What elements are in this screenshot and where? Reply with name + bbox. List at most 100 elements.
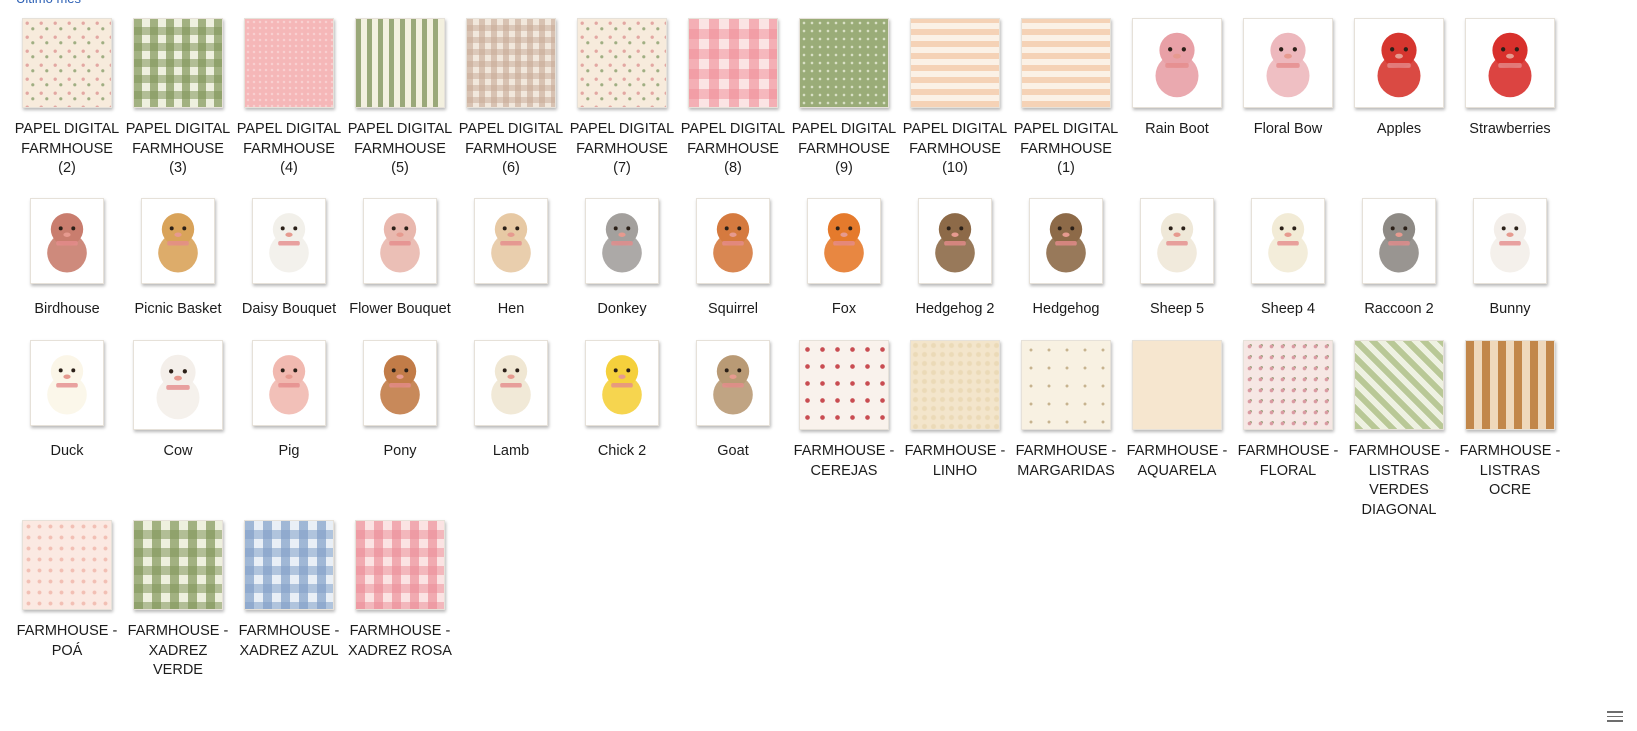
- sheep-icon: [1268, 213, 1308, 273]
- raccoon-icon: [1379, 213, 1419, 273]
- file-name: PAPEL DIGITAL FARMHOUSE (9): [791, 121, 897, 177]
- file-item[interactable]: PAPEL DIGITAL FARMHOUSE (8): [680, 18, 786, 179]
- file-name: FARMHOUSE - POÁ: [16, 623, 118, 659]
- pig-icon: [269, 355, 309, 415]
- file-item[interactable]: FARMHOUSE - MARGARIDAS: [1013, 340, 1119, 481]
- cow-icon: [156, 354, 200, 420]
- file-item[interactable]: PAPEL DIGITAL FARMHOUSE (1): [1013, 18, 1119, 179]
- file-item[interactable]: FARMHOUSE - LISTRAS VERDES DIAGONAL: [1346, 340, 1452, 520]
- pony-icon: [380, 355, 420, 415]
- file-item[interactable]: Birdhouse: [14, 198, 120, 320]
- file-item[interactable]: Hedgehog: [1013, 198, 1119, 320]
- file-thumbnail: [1465, 18, 1555, 108]
- file-name: Cow: [163, 443, 193, 459]
- file-thumbnail: [22, 18, 112, 108]
- file-thumbnail: [252, 340, 326, 426]
- file-item[interactable]: FARMHOUSE - XADREZ VERDE: [125, 520, 231, 681]
- file-name: Donkey: [597, 301, 647, 317]
- file-thumbnail: [799, 18, 889, 108]
- file-thumbnail: [910, 340, 1000, 430]
- rain-boot-icon: [1155, 32, 1199, 98]
- basket-icon: [158, 213, 198, 273]
- file-thumbnail: [1251, 198, 1325, 284]
- file-item[interactable]: FARMHOUSE - XADREZ ROSA: [347, 520, 453, 661]
- file-item[interactable]: Sheep 5: [1124, 198, 1230, 320]
- file-thumbnail: [363, 198, 437, 284]
- file-item[interactable]: Chick 2: [569, 340, 675, 462]
- file-name: FARMHOUSE - LINHO: [904, 443, 1006, 479]
- file-item[interactable]: Hedgehog 2: [902, 198, 1008, 320]
- file-name: Chick 2: [597, 443, 647, 459]
- file-thumbnail: [474, 198, 548, 284]
- file-item[interactable]: Rain Boot: [1124, 18, 1230, 140]
- bouquet-icon: [380, 213, 420, 273]
- file-item[interactable]: PAPEL DIGITAL FARMHOUSE (6): [458, 18, 564, 179]
- file-item[interactable]: Strawberries: [1457, 18, 1563, 140]
- file-thumbnail: [1243, 18, 1333, 108]
- details-view-icon[interactable]: [1607, 711, 1623, 725]
- file-item[interactable]: Lamb: [458, 340, 564, 462]
- sheep-icon: [1157, 213, 1197, 273]
- file-name: Rain Boot: [1145, 121, 1209, 137]
- file-item[interactable]: Floral Bow: [1235, 18, 1341, 140]
- file-thumbnail: [799, 340, 889, 430]
- file-name: PAPEL DIGITAL FARMHOUSE (6): [458, 121, 564, 177]
- file-item[interactable]: Goat: [680, 340, 786, 462]
- file-item[interactable]: PAPEL DIGITAL FARMHOUSE (5): [347, 18, 453, 179]
- file-name: PAPEL DIGITAL FARMHOUSE (7): [569, 121, 675, 177]
- file-thumbnail: [1473, 198, 1547, 284]
- file-thumbnail: [244, 520, 334, 610]
- file-name: PAPEL DIGITAL FARMHOUSE (10): [902, 121, 1008, 177]
- file-item[interactable]: Flower Bouquet: [347, 198, 453, 320]
- file-thumbnail: [141, 198, 215, 284]
- file-item[interactable]: PAPEL DIGITAL FARMHOUSE (3): [125, 18, 231, 179]
- file-item[interactable]: PAPEL DIGITAL FARMHOUSE (10): [902, 18, 1008, 179]
- file-name: PAPEL DIGITAL FARMHOUSE (3): [125, 121, 231, 177]
- file-name: FARMHOUSE - LISTRAS VERDES DIAGONAL: [1348, 443, 1450, 518]
- file-name: Duck: [50, 443, 84, 459]
- file-name: PAPEL DIGITAL FARMHOUSE (2): [14, 121, 120, 177]
- file-name: Hedgehog 2: [915, 301, 995, 317]
- file-thumbnail: [1021, 340, 1111, 430]
- file-item[interactable]: FARMHOUSE - FLORAL: [1235, 340, 1341, 481]
- group-header[interactable]: Último mês: [16, 0, 81, 8]
- file-name: FARMHOUSE - CEREJAS: [793, 443, 895, 479]
- file-item[interactable]: Duck: [14, 340, 120, 462]
- file-item[interactable]: Pony: [347, 340, 453, 462]
- file-name: FARMHOUSE - XADREZ AZUL: [238, 623, 340, 659]
- file-item[interactable]: Fox: [791, 198, 897, 320]
- file-item[interactable]: FARMHOUSE - CEREJAS: [791, 340, 897, 481]
- file-item[interactable]: Raccoon 2: [1346, 198, 1452, 320]
- file-item[interactable]: Hen: [458, 198, 564, 320]
- file-item[interactable]: Picnic Basket: [125, 198, 231, 320]
- lamb-icon: [491, 355, 531, 415]
- file-item[interactable]: Squirrel: [680, 198, 786, 320]
- file-item[interactable]: FARMHOUSE - XADREZ AZUL: [236, 520, 342, 661]
- file-item[interactable]: Sheep 4: [1235, 198, 1341, 320]
- file-item[interactable]: FARMHOUSE - AQUARELA: [1124, 340, 1230, 481]
- file-item[interactable]: PAPEL DIGITAL FARMHOUSE (9): [791, 18, 897, 179]
- file-thumbnail: [696, 198, 770, 284]
- file-thumbnail: [1029, 198, 1103, 284]
- file-item[interactable]: Bunny: [1457, 198, 1563, 320]
- squirrel-icon: [713, 213, 753, 273]
- file-item[interactable]: Pig: [236, 340, 342, 462]
- file-item[interactable]: PAPEL DIGITAL FARMHOUSE (2): [14, 18, 120, 179]
- hedgehog-icon: [935, 213, 975, 273]
- file-item[interactable]: Apples: [1346, 18, 1452, 140]
- file-item[interactable]: PAPEL DIGITAL FARMHOUSE (4): [236, 18, 342, 179]
- file-item[interactable]: Daisy Bouquet: [236, 198, 342, 320]
- hedgehog-icon: [1046, 213, 1086, 273]
- file-name: Sheep 5: [1149, 301, 1205, 317]
- file-name: FARMHOUSE - MARGARIDAS: [1015, 443, 1117, 479]
- file-item[interactable]: Donkey: [569, 198, 675, 320]
- file-name: Sheep 4: [1260, 301, 1316, 317]
- file-item[interactable]: FARMHOUSE - POÁ: [14, 520, 120, 661]
- duck-icon: [47, 355, 87, 415]
- file-item[interactable]: PAPEL DIGITAL FARMHOUSE (7): [569, 18, 675, 179]
- file-item[interactable]: Cow: [125, 340, 231, 462]
- file-thumbnail: [474, 340, 548, 426]
- file-item[interactable]: FARMHOUSE - LISTRAS OCRE: [1457, 340, 1563, 501]
- strawberry-icon: [1488, 32, 1532, 98]
- file-item[interactable]: FARMHOUSE - LINHO: [902, 340, 1008, 481]
